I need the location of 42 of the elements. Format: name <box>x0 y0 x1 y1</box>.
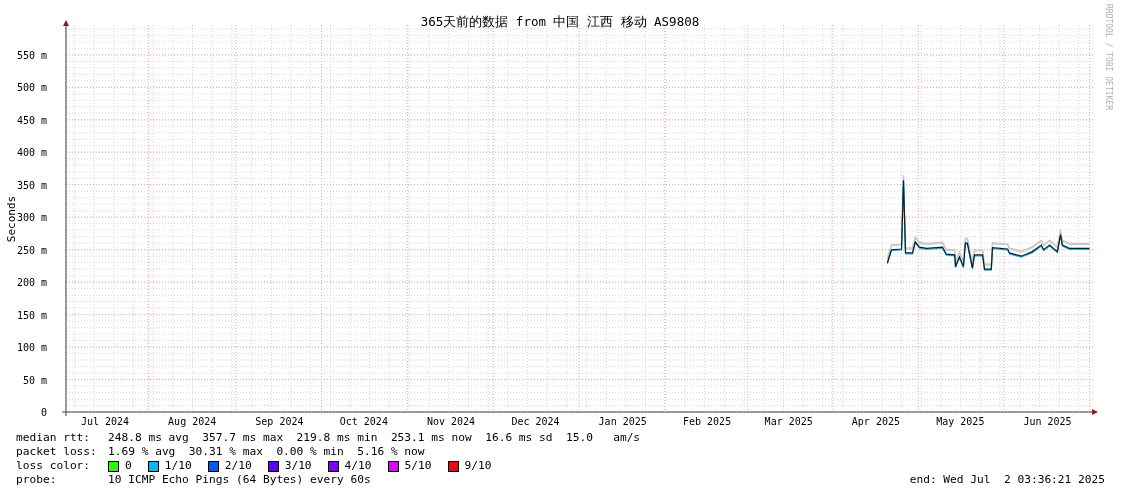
y-tick-label: 100 m <box>16 342 47 354</box>
y-tick-label: 0 <box>40 407 47 418</box>
x-tick-label: Apr 2025 <box>851 416 900 427</box>
chart-title: 365天前的数据 from 中国 江西 移动 AS9808 <box>420 14 700 29</box>
end-time: end: Wed Jul 2 03:36:21 2025 <box>909 473 1105 487</box>
loss-color-label: 2/10 <box>224 459 252 473</box>
y-tick-label: 450 m <box>16 114 47 126</box>
legend-value: 248.8 ms avg 357.7 ms max 219.8 ms min 253.1 ms now 16.6 ms sd 15.0 am/s <box>108 431 641 445</box>
x-tick-label: Sep 2024 <box>255 416 304 427</box>
x-tick-label: May 2025 <box>936 416 985 427</box>
x-tick-label: Mar 2025 <box>764 416 813 427</box>
legend-label: median rtt: <box>16 431 92 445</box>
legend-label: packet loss: <box>16 445 98 459</box>
y-tick-label: 200 m <box>16 277 47 289</box>
y-tick-label: 500 m <box>16 82 47 94</box>
legend-label: probe: <box>16 473 58 487</box>
x-tick-label: Jun 2025 <box>1023 416 1072 427</box>
loss-color-label: 1/10 <box>164 459 192 473</box>
y-tick-label: 350 m <box>16 179 47 191</box>
x-tick-label: Jan 2025 <box>598 416 647 427</box>
loss-color-label: 9/10 <box>464 459 492 473</box>
y-tick-label: 400 m <box>16 147 47 159</box>
legend-value: 1.69 % avg 30.31 % max 0.00 % min 5.16 % now <box>108 445 425 459</box>
y-tick-label: 550 m <box>16 49 47 61</box>
loss-color-label: 4/10 <box>344 459 372 473</box>
x-tick-label: Feb 2025 <box>683 416 732 427</box>
x-tick-label: Aug 2024 <box>168 416 217 427</box>
x-tick-label: Oct 2024 <box>339 416 388 427</box>
y-tick-label: 300 m <box>16 212 47 224</box>
x-tick-label: Jul 2024 <box>80 416 130 427</box>
y-tick-label: 50 m <box>22 374 47 386</box>
y-tick-label: 150 m <box>16 309 47 321</box>
legend-label: loss color: <box>16 459 92 473</box>
loss-color-label: 3/10 <box>284 459 312 473</box>
x-tick-label: Dec 2024 <box>511 416 560 427</box>
probe-value: 10 ICMP Echo Pings (64 Bytes) every 60s <box>108 473 371 487</box>
y-tick-label: 250 m <box>16 244 47 256</box>
y-axis-label: Seconds <box>5 195 18 243</box>
x-tick-label: Nov 2024 <box>426 416 476 427</box>
loss-color-label: 0 <box>125 459 132 473</box>
watermark-text: RRDTOOL / TOBI OETIKER <box>1104 4 1113 110</box>
loss-color-label: 5/10 <box>404 459 432 473</box>
